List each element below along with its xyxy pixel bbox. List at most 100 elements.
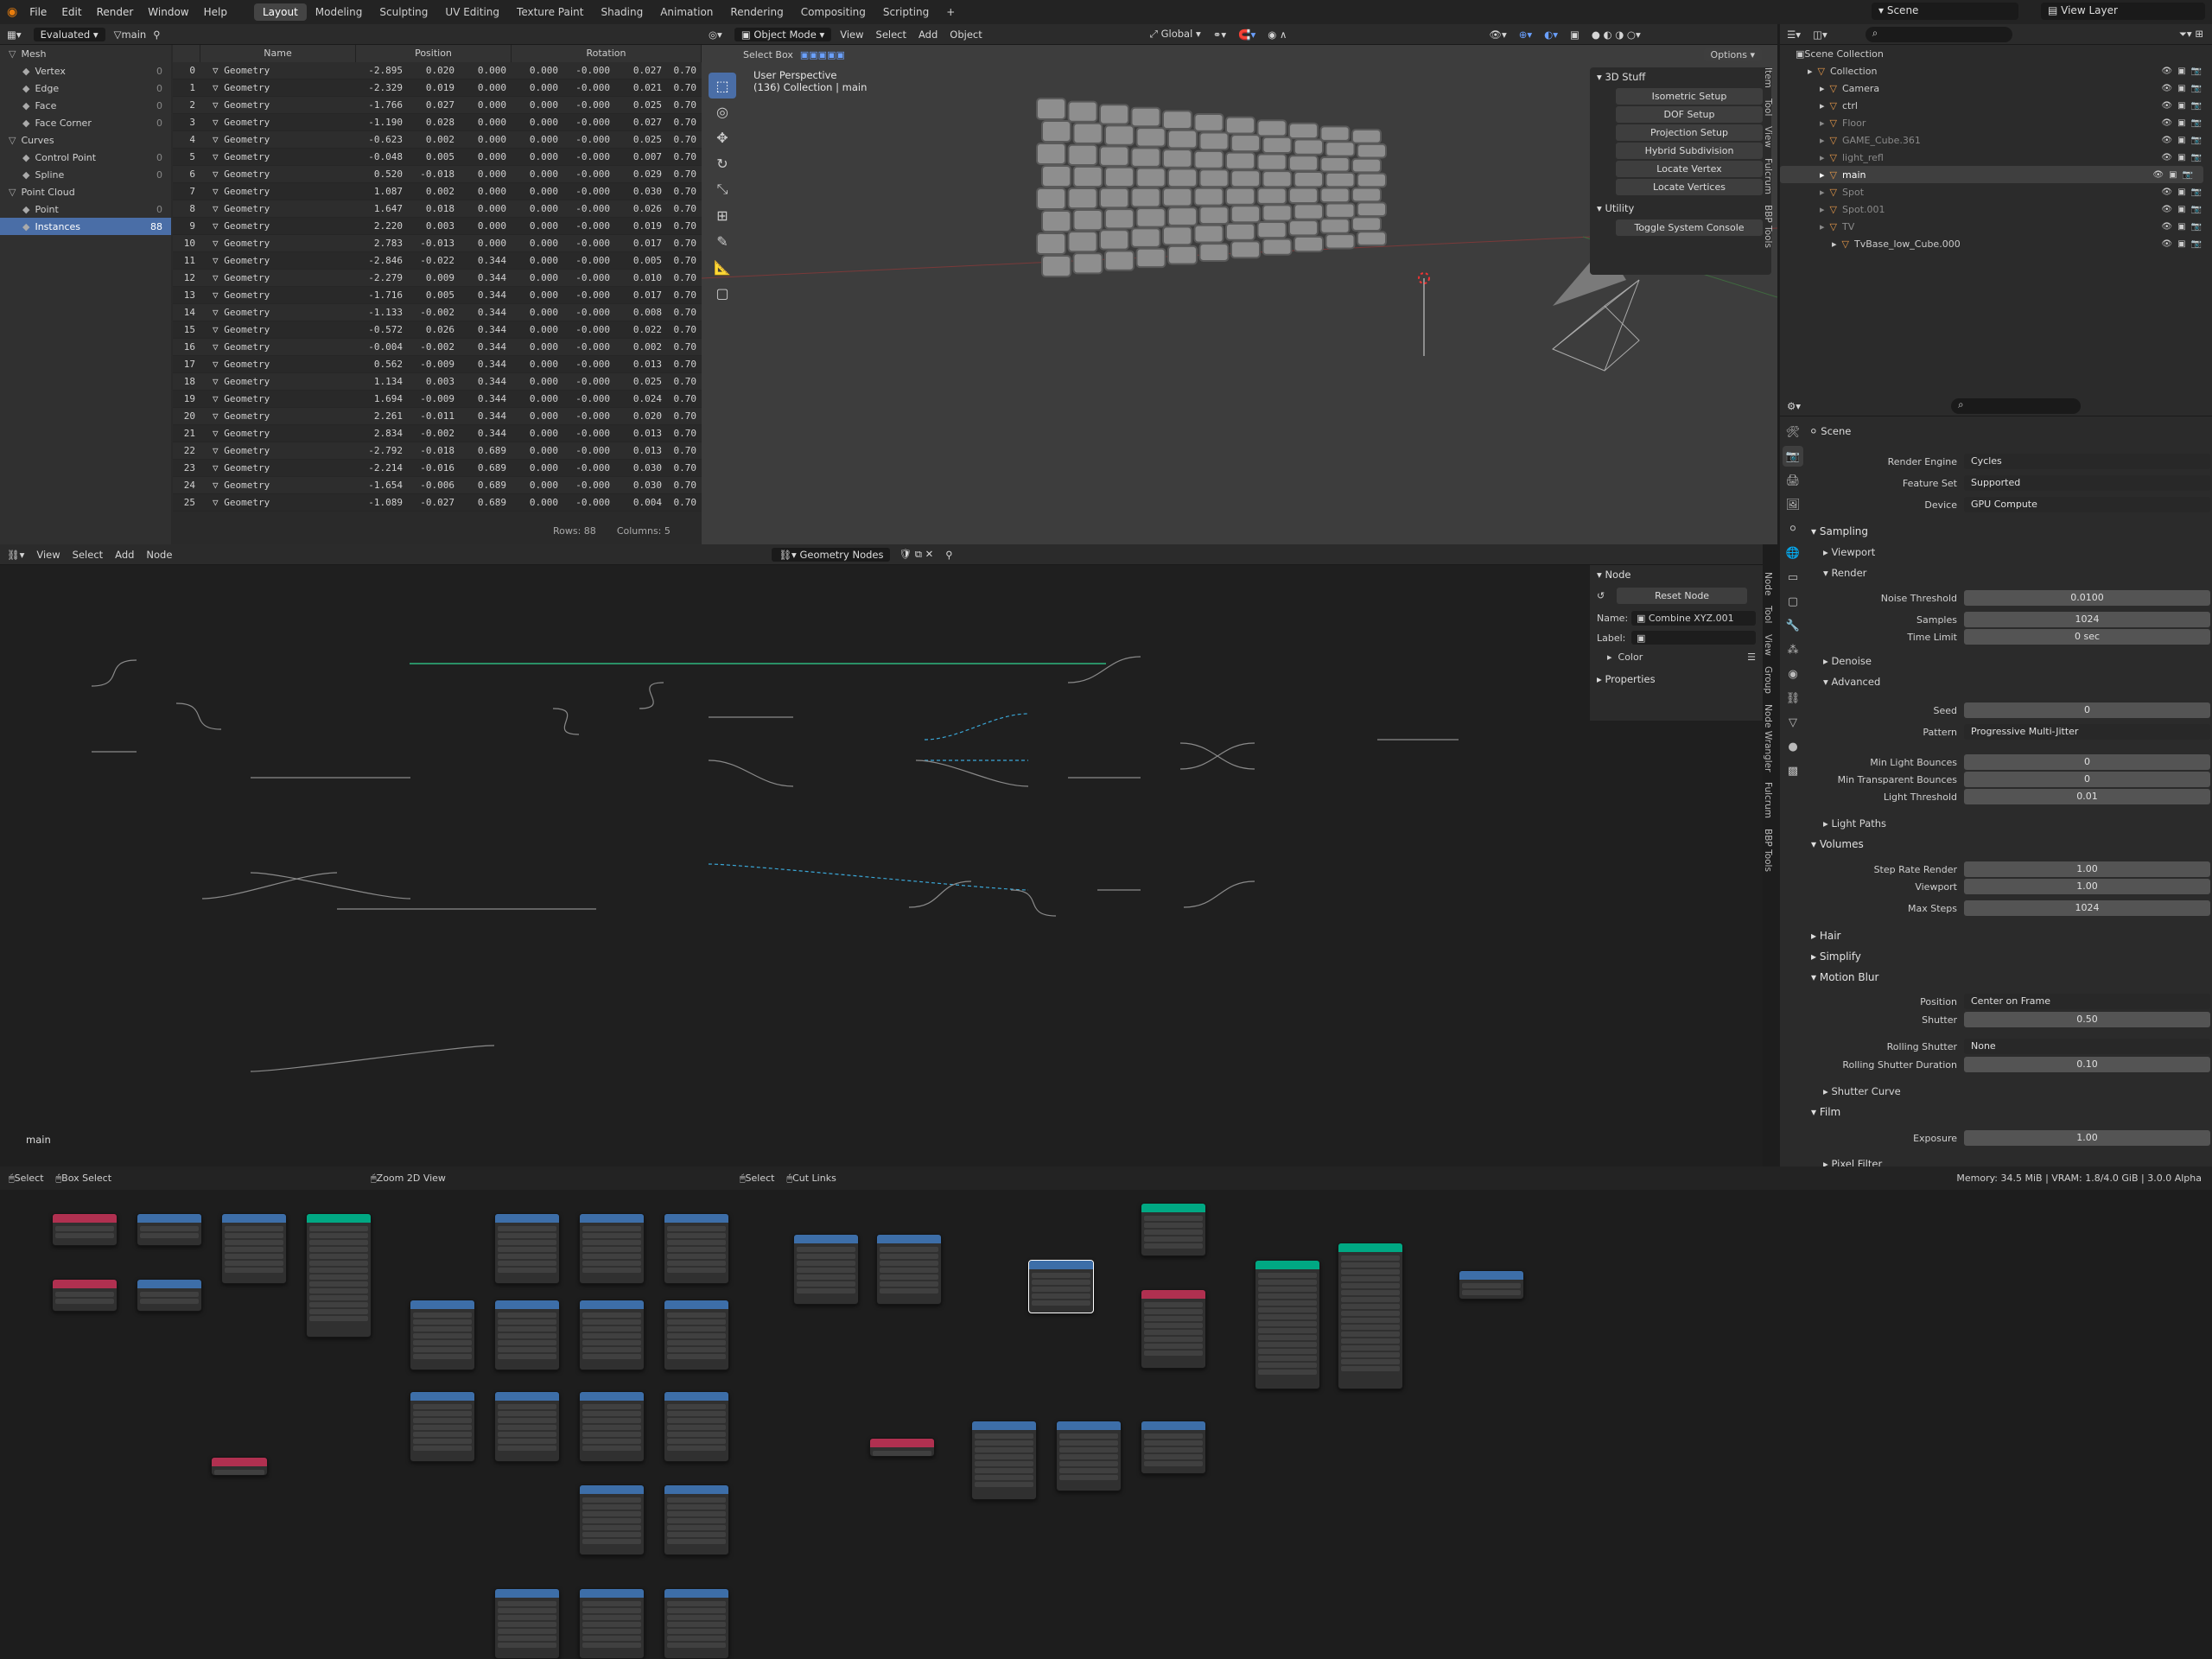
- node-socket-field[interactable]: [413, 1439, 472, 1444]
- node-socket-field[interactable]: [498, 1615, 556, 1620]
- node-socket-field[interactable]: [225, 1233, 283, 1238]
- outliner-editor-icon[interactable]: ☰▾: [1787, 29, 1801, 41]
- node-socket-field[interactable]: [498, 1347, 556, 1352]
- node-socket-field[interactable]: [413, 1404, 472, 1409]
- node-socket-field[interactable]: [667, 1497, 726, 1503]
- node-header[interactable]: [495, 1589, 559, 1598]
- graph-node[interactable]: [579, 1484, 645, 1555]
- menu-render[interactable]: Render: [97, 6, 134, 18]
- node-socket-field[interactable]: [1144, 1461, 1203, 1466]
- viewport-view-menu[interactable]: View: [840, 29, 863, 41]
- node-socket-field[interactable]: [797, 1247, 855, 1252]
- fake-user-icon[interactable]: 🛡 ⧉ ✕: [899, 548, 933, 561]
- node-socket-field[interactable]: [1341, 1297, 1400, 1302]
- node-label-field[interactable]: ▣: [1631, 631, 1756, 645]
- node-socket-field[interactable]: [1144, 1433, 1203, 1439]
- outliner-item[interactable]: ▸ ▽ ctrl 👁▣📷: [1780, 97, 2212, 114]
- outliner-item[interactable]: ▸ ▽ TvBase_low_Cube.000 👁▣📷: [1780, 235, 2212, 252]
- node-socket-field[interactable]: [667, 1411, 726, 1416]
- node-socket-field[interactable]: [1341, 1332, 1400, 1337]
- node-socket-field[interactable]: [582, 1418, 641, 1423]
- node-socket-field[interactable]: [1059, 1461, 1118, 1466]
- graph-node[interactable]: [1028, 1260, 1094, 1313]
- node-socket-field[interactable]: [667, 1439, 726, 1444]
- node-socket-field[interactable]: [582, 1608, 641, 1613]
- node-socket-field[interactable]: [582, 1313, 641, 1318]
- node-socket-field[interactable]: [1144, 1440, 1203, 1446]
- blender-logo-icon[interactable]: ◉: [7, 5, 17, 19]
- options-dropdown[interactable]: Options ▾: [1703, 48, 1762, 61]
- node-socket-field[interactable]: [413, 1333, 472, 1338]
- node-header[interactable]: [877, 1235, 941, 1243]
- node-socket-field[interactable]: [582, 1518, 641, 1523]
- node-sidebar-tab[interactable]: Node: [1763, 572, 1773, 595]
- node-socket-field[interactable]: [498, 1439, 556, 1444]
- scene-collection-row[interactable]: ▣ Scene Collection: [1780, 45, 2212, 62]
- node-socket-field[interactable]: [498, 1446, 556, 1451]
- node-socket-field[interactable]: [667, 1532, 726, 1537]
- node-socket-field[interactable]: [1059, 1475, 1118, 1480]
- graph-node[interactable]: [1459, 1270, 1524, 1300]
- node-header[interactable]: [410, 1392, 474, 1401]
- graph-node[interactable]: [494, 1213, 560, 1284]
- node-add-menu[interactable]: Add: [115, 549, 134, 561]
- node-header[interactable]: [972, 1421, 1036, 1430]
- node-socket-field[interactable]: [667, 1615, 726, 1620]
- node-socket-field[interactable]: [667, 1247, 726, 1252]
- output-tab-icon[interactable]: 🖨: [1783, 470, 1803, 491]
- node-header[interactable]: [410, 1300, 474, 1309]
- node-socket-field[interactable]: [880, 1274, 938, 1280]
- node-socket-field[interactable]: [582, 1511, 641, 1516]
- node-socket-field[interactable]: [413, 1425, 472, 1430]
- node-socket-field[interactable]: [1258, 1356, 1317, 1361]
- node-socket-field[interactable]: [498, 1601, 556, 1606]
- graph-node[interactable]: [869, 1438, 935, 1457]
- property-field[interactable]: 0.0100: [1964, 590, 2210, 606]
- workspace-tab[interactable]: Sculpting: [371, 3, 436, 21]
- node-socket-field[interactable]: [667, 1354, 726, 1359]
- sidebar-tab[interactable]: Fulcrum: [1763, 158, 1773, 194]
- graph-node[interactable]: [664, 1213, 729, 1284]
- node-socket-field[interactable]: [1341, 1276, 1400, 1281]
- graph-node[interactable]: [579, 1300, 645, 1370]
- editor-type-icon[interactable]: ▦▾: [7, 29, 22, 41]
- node-socket-field[interactable]: [309, 1233, 368, 1238]
- visibility-toggle-icon[interactable]: 👁▣📷: [2161, 118, 2207, 128]
- outliner-item[interactable]: ▸ ▽ light_refl 👁▣📷: [1780, 149, 2212, 166]
- section-utility[interactable]: ▾ Utility: [1590, 199, 1771, 218]
- visibility-toggle-icon[interactable]: 👁▣📷: [2161, 222, 2207, 232]
- node-socket-field[interactable]: [309, 1295, 368, 1300]
- node-socket-field[interactable]: [1059, 1454, 1118, 1459]
- node-socket-field[interactable]: [880, 1261, 938, 1266]
- node-socket-field[interactable]: [1341, 1325, 1400, 1330]
- proportional-edit-icon[interactable]: ◉ ∧: [1268, 29, 1287, 41]
- node-header[interactable]: [495, 1300, 559, 1309]
- node-socket-field[interactable]: [1144, 1309, 1203, 1314]
- pivot-icon[interactable]: ⚭▾: [1213, 29, 1226, 41]
- viewport-object-menu[interactable]: Object: [950, 29, 982, 41]
- visibility-toggle-icon[interactable]: 👁▣📷: [2161, 205, 2207, 214]
- workspace-tab[interactable]: +: [938, 3, 963, 21]
- modifier-tab-icon[interactable]: 🔧: [1783, 615, 1803, 636]
- node-socket-field[interactable]: [582, 1504, 641, 1510]
- node-socket-field[interactable]: [140, 1292, 199, 1297]
- col-position[interactable]: Position: [356, 45, 512, 62]
- node-socket-field[interactable]: [1144, 1351, 1203, 1356]
- node-socket-field[interactable]: [1341, 1255, 1400, 1261]
- color-list-icon[interactable]: ☰: [1747, 652, 1756, 663]
- node-socket-field[interactable]: [498, 1233, 556, 1238]
- node-socket-field[interactable]: [413, 1418, 472, 1423]
- graph-node[interactable]: [664, 1300, 729, 1370]
- node-header[interactable]: [137, 1280, 201, 1288]
- node-socket-field[interactable]: [1341, 1352, 1400, 1357]
- node-socket-field[interactable]: [413, 1446, 472, 1451]
- menu-edit[interactable]: Edit: [61, 6, 81, 18]
- panel-header[interactable]: ▾ Render: [1823, 567, 1866, 579]
- expand-icon[interactable]: ▸: [1820, 118, 1825, 129]
- property-field[interactable]: 0.10: [1964, 1057, 2210, 1072]
- property-field[interactable]: 1.00: [1964, 861, 2210, 877]
- node-socket-field[interactable]: [797, 1261, 855, 1266]
- workspace-tab[interactable]: Animation: [652, 3, 721, 21]
- node-node-menu[interactable]: Node: [146, 549, 172, 561]
- node-header[interactable]: [1029, 1261, 1093, 1269]
